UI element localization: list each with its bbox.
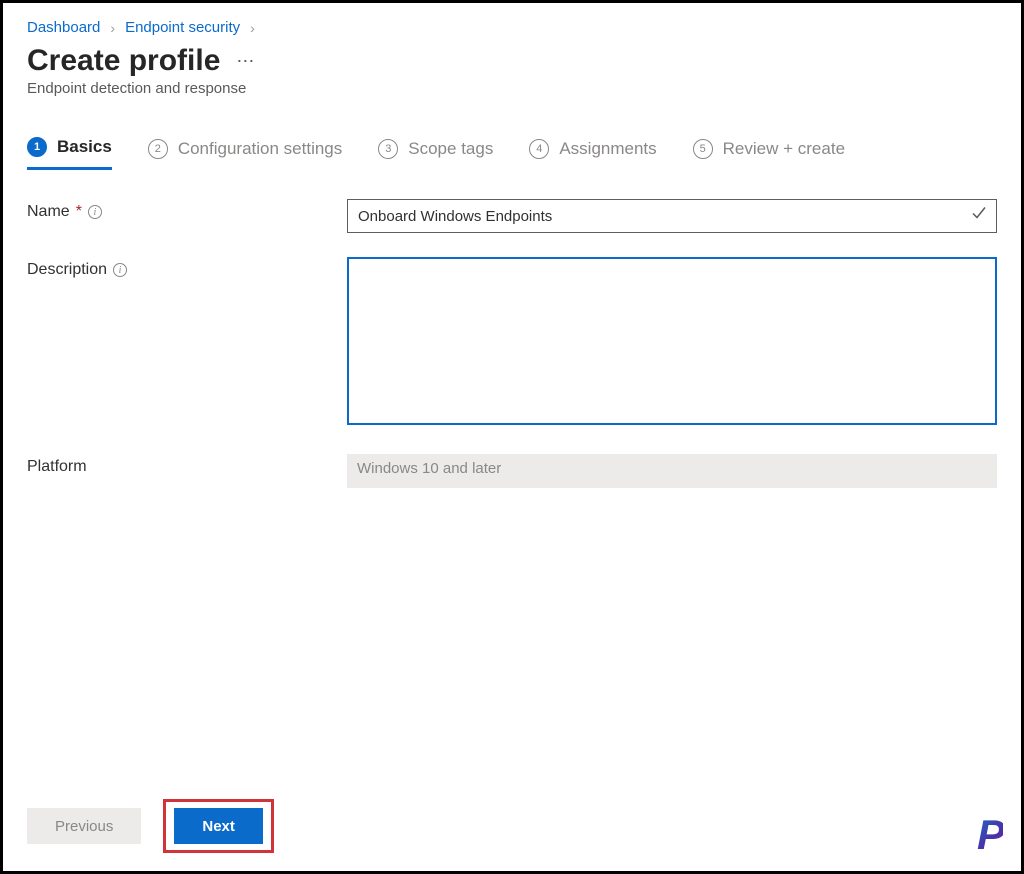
step-number-icon: 3 — [378, 139, 398, 159]
chevron-right-icon: › — [110, 20, 115, 36]
name-label: Name * i — [27, 199, 347, 221]
breadcrumb-link-dashboard[interactable]: Dashboard — [27, 19, 100, 36]
tab-basics[interactable]: 1 Basics — [27, 137, 112, 170]
page-title: Create profile — [27, 44, 220, 78]
info-icon[interactable]: i — [88, 205, 102, 219]
tab-review-create[interactable]: 5 Review + create — [693, 137, 845, 170]
info-icon[interactable]: i — [113, 263, 127, 277]
name-input[interactable] — [347, 199, 997, 233]
required-asterisk-icon: * — [76, 203, 82, 221]
brand-logo-icon: P — [977, 811, 1003, 859]
tab-scope-tags[interactable]: 3 Scope tags — [378, 137, 493, 170]
description-label: Description i — [27, 257, 347, 279]
description-textarea[interactable] — [347, 257, 997, 425]
page-subtitle: Endpoint detection and response — [27, 80, 997, 97]
wizard-steps: 1 Basics 2 Configuration settings 3 Scop… — [27, 137, 997, 171]
more-actions-icon[interactable]: ⋯ — [236, 51, 256, 72]
platform-label: Platform — [27, 454, 347, 476]
wizard-footer: Previous Next — [27, 799, 997, 853]
step-label: Scope tags — [408, 139, 493, 159]
step-number-icon: 4 — [529, 139, 549, 159]
previous-button[interactable]: Previous — [27, 808, 141, 844]
next-button-highlight: Next — [163, 799, 274, 853]
step-number-icon: 2 — [148, 139, 168, 159]
tab-configuration-settings[interactable]: 2 Configuration settings — [148, 137, 342, 170]
chevron-right-icon: › — [250, 20, 255, 36]
step-number-icon: 5 — [693, 139, 713, 159]
tab-assignments[interactable]: 4 Assignments — [529, 137, 656, 170]
step-label: Assignments — [559, 139, 656, 159]
breadcrumb-link-endpoint-security[interactable]: Endpoint security — [125, 19, 240, 36]
step-number-icon: 1 — [27, 137, 47, 157]
breadcrumb: Dashboard › Endpoint security › — [27, 19, 997, 36]
step-label: Basics — [57, 137, 112, 157]
next-button[interactable]: Next — [174, 808, 263, 844]
step-label: Review + create — [723, 139, 845, 159]
step-label: Configuration settings — [178, 139, 342, 159]
platform-readonly-value: Windows 10 and later — [347, 454, 997, 488]
